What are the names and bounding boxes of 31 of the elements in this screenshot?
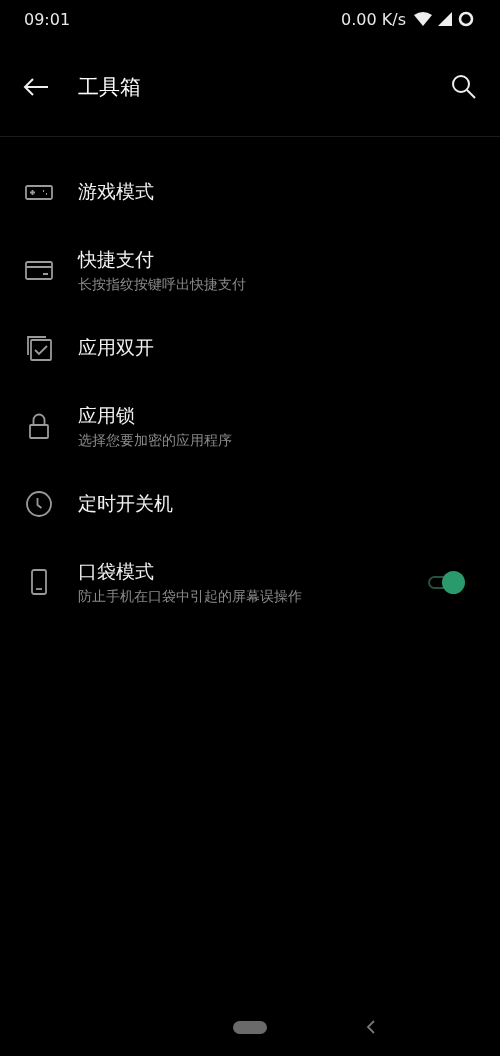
settings-item[interactable]: 口袋模式 防止手机在口袋中引起的屏幕误操作 [0,543,500,621]
status-time: 09:01 [24,9,71,29]
signal-icon [438,12,452,26]
clock-icon [25,490,53,518]
item-subtitle: 长按指纹按键呼出快捷支付 [78,275,247,294]
search-icon [450,73,478,101]
copy-check-icon [25,334,53,362]
item-subtitle: 选择您要加密的应用程序 [78,431,233,450]
item-title: 口袋模式 [78,558,155,584]
settings-item[interactable]: 应用双开 [0,309,500,387]
nav-back-button[interactable] [366,1020,376,1034]
item-title: 应用锁 [78,402,136,428]
item-title: 快捷支付 [78,246,155,272]
back-button[interactable] [22,76,50,98]
wifi-icon [414,12,432,26]
page-title: 工具箱 [78,74,141,101]
settings-item[interactable]: 应用锁 选择您要加密的应用程序 [0,387,500,465]
ring-icon [458,11,474,27]
item-title: 游戏模式 [78,179,155,204]
search-button[interactable] [450,73,478,101]
toggle-switch[interactable] [426,571,466,593]
item-title: 定时开关机 [78,491,174,516]
chevron-left-icon [366,1020,376,1034]
home-button[interactable] [233,1020,267,1034]
back-arrow-icon [22,76,50,98]
settings-item[interactable]: 游戏模式 [0,153,500,231]
network-speed: 0.00 K/s [341,9,406,29]
settings-item[interactable]: 定时开关机 [0,465,500,543]
settings-item[interactable]: 快捷支付 长按指纹按键呼出快捷支付 [0,231,500,309]
item-subtitle: 防止手机在口袋中引起的屏幕误操作 [78,587,303,606]
item-title: 应用双开 [78,335,155,360]
